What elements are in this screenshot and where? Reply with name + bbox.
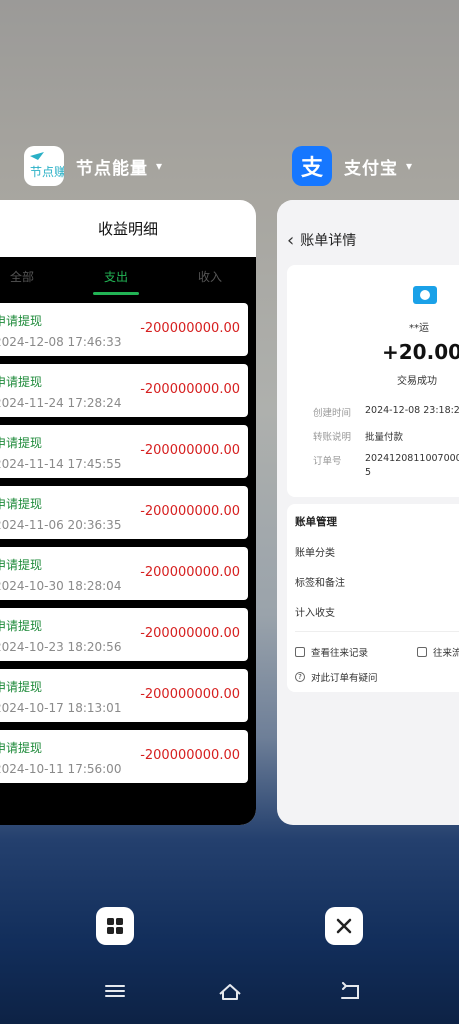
list-item[interactable]: 申请提现 2024-12-08 17:46:33 -200000000.00: [0, 303, 248, 356]
list-item[interactable]: 申请提现 2024-11-14 17:45:55 -200000000.00: [0, 425, 248, 478]
app-name: 节点能量: [76, 158, 148, 179]
recent-app-card-jiedian[interactable]: 收益明细 全部 支出 收入 申请提现 2024-12-08 17:46:33 -…: [0, 200, 256, 825]
menu-icon[interactable]: [104, 982, 126, 1000]
record-amount: -200000000.00: [140, 565, 240, 580]
record-name: 申请提现: [0, 741, 43, 755]
record-name: 申请提现: [0, 680, 43, 694]
record-name: 申请提现: [0, 314, 43, 328]
record-name: 申请提现: [0, 558, 43, 572]
record-amount: -200000000.00: [140, 748, 240, 763]
document-icon: [417, 647, 427, 657]
record-time: 2024-12-08 17:46:33: [0, 335, 122, 349]
manage-item-category[interactable]: 账单分类: [295, 544, 335, 559]
link-history[interactable]: 查看往来记录: [295, 645, 368, 659]
back-icon[interactable]: [338, 982, 362, 1002]
list-item[interactable]: 申请提现 2024-11-24 17:28:24 -200000000.00: [0, 364, 248, 417]
bill-management: 账单管理 账单分类 标签和备注 计入收支 查看往来记录 往来流 ? 对此订单有疑…: [287, 504, 459, 692]
record-time: 2024-11-06 20:36:35: [0, 518, 122, 532]
bill-summary: **运 +20.00 交易成功 创建时间 2024-12-08 23:18:22…: [287, 265, 459, 497]
svg-text:节点赚: 节点赚: [30, 164, 64, 179]
question-icon: ?: [295, 672, 305, 682]
record-name: 申请提现: [0, 436, 43, 450]
record-time: 2024-10-23 18:20:56: [0, 640, 122, 654]
app-grid-button[interactable]: [96, 907, 134, 945]
app-header-jiedian[interactable]: 节点赚 节点能量 ▾: [24, 146, 162, 186]
manage-item-tags[interactable]: 标签和备注: [295, 574, 345, 589]
tab-all[interactable]: 全部: [10, 268, 34, 285]
divider: [295, 631, 459, 632]
list-item[interactable]: 申请提现 2024-10-17 18:13:01 -200000000.00: [0, 669, 248, 722]
link-question[interactable]: ? 对此订单有疑问: [295, 670, 378, 684]
record-time: 2024-10-30 18:28:04: [0, 579, 122, 593]
chevron-down-icon[interactable]: ▾: [156, 159, 162, 173]
detail-row: 订单号 20241208110070001: [313, 453, 459, 467]
page-title: 收益明细: [97, 220, 158, 238]
record-amount: -200000000.00: [140, 321, 240, 336]
bill-status: 交易成功: [397, 376, 437, 387]
manage-item-income[interactable]: 计入收支: [295, 604, 335, 619]
chevron-down-icon[interactable]: ▾: [406, 159, 412, 173]
alipay-app-icon[interactable]: 支: [292, 146, 332, 186]
list-item[interactable]: 申请提现 2024-10-11 17:56:00 -200000000.00: [0, 730, 248, 783]
record-amount: -200000000.00: [140, 504, 240, 519]
recent-app-card-alipay[interactable]: ‹ 账单详情 **运 +20.00 交易成功 创建时间 2024-12-08 2…: [277, 200, 459, 825]
record-icon: [295, 647, 305, 657]
app-header-alipay[interactable]: 支 支付宝 ▾: [292, 146, 412, 186]
record-amount: -200000000.00: [140, 687, 240, 702]
tab-expense[interactable]: 支出: [104, 268, 128, 285]
app-grid-icon: [107, 918, 123, 934]
record-time: 2024-11-24 17:28:24: [0, 396, 122, 410]
tab-indicator: [93, 292, 139, 295]
record-amount: -200000000.00: [140, 626, 240, 641]
tab-income[interactable]: 收入: [198, 268, 222, 285]
page-title: 账单详情: [300, 233, 357, 249]
back-chevron-icon[interactable]: ‹: [287, 230, 294, 251]
list-item[interactable]: 申请提现 2024-10-30 18:28:04 -200000000.00: [0, 547, 248, 600]
record-time: 2024-10-11 17:56:00: [0, 762, 122, 776]
record-name: 申请提现: [0, 619, 43, 633]
detail-row: 创建时间 2024-12-08 23:18:22: [313, 405, 459, 419]
bill-amount: +20.00: [382, 340, 459, 364]
record-list: 申请提现 2024-12-08 17:46:33 -200000000.00 申…: [0, 297, 256, 825]
record-amount: -200000000.00: [140, 443, 240, 458]
jiedianzhuan-app-icon[interactable]: 节点赚: [24, 146, 64, 186]
record-amount: -200000000.00: [140, 382, 240, 397]
detail-row: 转账说明 批量付款: [313, 432, 404, 443]
list-item[interactable]: 申请提现 2024-10-23 18:20:56 -200000000.00: [0, 608, 248, 661]
record-name: 申请提现: [0, 375, 43, 389]
close-icon: [336, 918, 352, 934]
clear-all-button[interactable]: [325, 907, 363, 945]
list-item[interactable]: 申请提现 2024-11-06 20:36:35 -200000000.00: [0, 486, 248, 539]
payee-name: **运: [409, 323, 429, 334]
home-icon[interactable]: [218, 982, 242, 1002]
section-title: 账单管理: [295, 516, 337, 528]
record-time: 2024-11-14 17:45:55: [0, 457, 122, 471]
record-time: 2024-10-17 18:13:01: [0, 701, 122, 715]
link-flow[interactable]: 往来流: [417, 645, 459, 659]
app-name: 支付宝: [344, 158, 398, 179]
record-name: 申请提现: [0, 497, 43, 511]
transfer-icon: [413, 286, 437, 304]
tab-bar: 全部 支出 收入: [0, 257, 256, 297]
